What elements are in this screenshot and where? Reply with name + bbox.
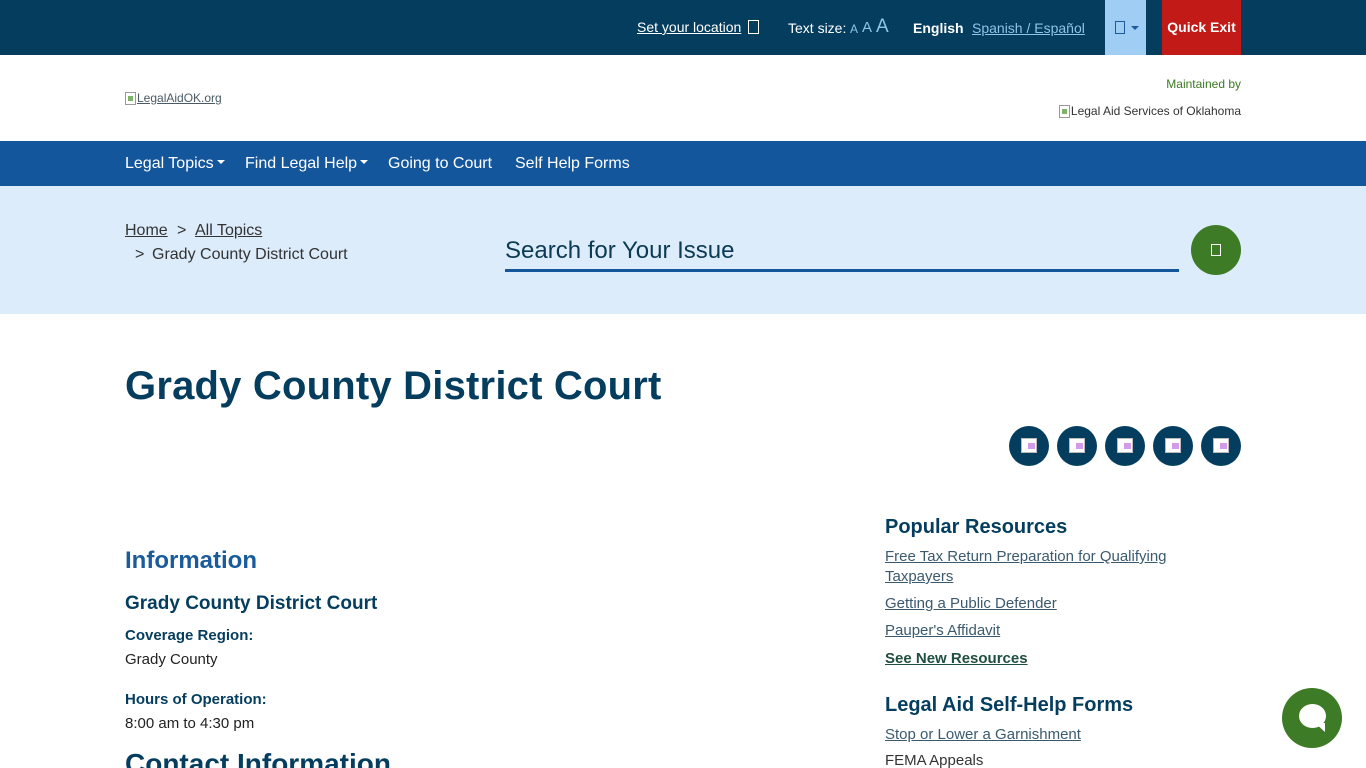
court-name: Grady County District Court <box>125 593 378 614</box>
self-help-forms-heading: Legal Aid Self-Help Forms <box>885 694 1134 716</box>
hours-value: 8:00 am to 4:30 pm <box>125 715 255 732</box>
see-new-resources-link[interactable]: See New Resources <box>885 649 1215 669</box>
form-link[interactable]: FEMA Appeals <box>885 751 1215 768</box>
form-link[interactable]: Stop or Lower a Garnishment <box>885 725 1215 745</box>
nav-item-self-help-forms[interactable]: Self Help Forms <box>515 155 630 173</box>
broken-image-icon <box>125 91 136 105</box>
chat-button[interactable] <box>1282 688 1342 748</box>
main-nav: Legal Topics Find Legal Help Going to Co… <box>0 141 1366 186</box>
nav-item-label: Legal Topics <box>125 155 214 172</box>
chevron-down-icon <box>360 160 369 165</box>
utility-bar: Set your location Text size: A A A Engli… <box>0 0 1366 55</box>
accessibility-menu-button[interactable] <box>1105 0 1146 55</box>
language-spanish-link[interactable]: Spanish / Español <box>972 20 1085 36</box>
share-button-3[interactable] <box>1105 426 1145 466</box>
location-icon[interactable] <box>748 20 759 34</box>
breadcrumb-home-link[interactable]: Home <box>125 222 168 239</box>
chevron-down-icon <box>1131 26 1139 30</box>
site-logo-link[interactable]: LegalAidOK.org <box>125 91 222 105</box>
coverage-region-label: Coverage Region: <box>125 627 254 644</box>
share-icon-1 <box>1021 438 1037 453</box>
nav-item-legal-topics[interactable]: Legal Topics <box>125 155 225 173</box>
coverage-region-value: Grady County <box>125 651 218 668</box>
search-band: Home > All Topics > Grady County Distric… <box>0 186 1366 314</box>
nav-item-going-to-court[interactable]: Going to Court <box>388 155 492 173</box>
share-icon-4 <box>1165 438 1181 453</box>
share-button-2[interactable] <box>1057 426 1097 466</box>
information-heading: Information <box>125 547 257 574</box>
breadcrumb-all-topics-link[interactable]: All Topics <box>195 222 262 239</box>
text-size-small-button[interactable]: A <box>850 22 858 36</box>
breadcrumb-separator: > <box>177 222 187 239</box>
popular-resource-link[interactable]: Getting a Public Defender <box>885 594 1215 614</box>
broken-image-icon <box>1058 104 1070 118</box>
accessibility-icon <box>1115 21 1125 34</box>
search-field[interactable] <box>505 234 1179 272</box>
text-size-medium-button[interactable]: A <box>862 19 872 36</box>
search-button[interactable] <box>1191 225 1241 275</box>
breadcrumb-all-topics[interactable]: All Topics <box>195 222 262 240</box>
popular-resource-link[interactable]: Free Tax Return Preparation for Qualifyi… <box>885 547 1215 587</box>
quick-exit-button[interactable]: Quick Exit <box>1162 0 1241 55</box>
text-size-large-button[interactable]: A <box>876 16 889 38</box>
search-icon <box>1211 244 1221 256</box>
set-location-link[interactable]: Set your location <box>637 19 741 35</box>
chat-icon-tail <box>1315 723 1325 732</box>
partner-logo-link[interactable]: Legal Aid Services of Oklahoma <box>1058 104 1241 118</box>
page-title: Grady County District Court <box>125 364 662 408</box>
site-header: LegalAidOK.org Maintained by Legal Aid S… <box>0 55 1366 141</box>
nav-item-find-legal-help[interactable]: Find Legal Help <box>245 155 369 173</box>
popular-resource-link[interactable]: Pauper's Affidavit <box>885 621 1215 641</box>
language-english[interactable]: English <box>913 20 964 36</box>
hours-label: Hours of Operation: <box>125 691 267 708</box>
nav-item-label: Find Legal Help <box>245 155 358 172</box>
share-button-1[interactable] <box>1009 426 1049 466</box>
breadcrumb-separator: > <box>135 246 145 263</box>
share-icon-3 <box>1117 438 1133 453</box>
contact-information-heading: Contact Information <box>125 748 391 768</box>
site-logo-alt: LegalAidOK.org <box>137 91 222 105</box>
share-icon-5 <box>1213 438 1229 453</box>
breadcrumb-home[interactable]: Home <box>125 222 168 240</box>
share-button-5[interactable] <box>1201 426 1241 466</box>
share-icon-2 <box>1069 438 1085 453</box>
text-size-label: Text size: <box>788 20 847 36</box>
popular-resources-heading: Popular Resources <box>885 516 1068 538</box>
share-button-4[interactable] <box>1153 426 1193 466</box>
maintained-by-label: Maintained by <box>1166 77 1241 91</box>
chevron-down-icon <box>216 160 225 165</box>
breadcrumb-current: Grady County District Court <box>152 246 348 263</box>
search-input[interactable] <box>505 234 1179 268</box>
partner-logo-alt: Legal Aid Services of Oklahoma <box>1070 104 1241 118</box>
